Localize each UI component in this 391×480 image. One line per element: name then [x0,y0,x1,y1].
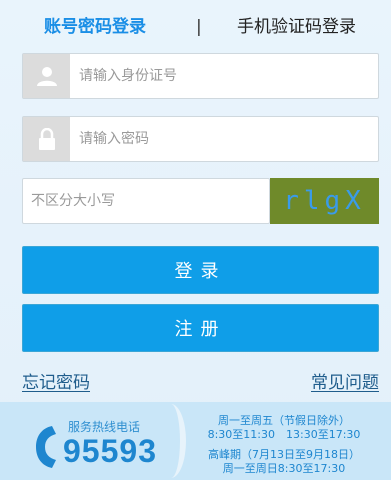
login-button[interactable]: 登录 [22,246,379,294]
captcha-text: rlgX [283,186,366,216]
tab-account-password[interactable]: 账号密码登录 [44,14,146,40]
hours-line-3: 高峰期（7月13日至9月18日） [208,448,360,461]
hotline-divider [156,404,186,478]
hours-line-4: 周一至周日8:30至17:30 [222,462,346,475]
tab-phone-code[interactable]: 手机验证码登录 [237,14,356,40]
hours-line-1: 周一至周五（节假日除外） [218,414,350,427]
faq-link[interactable]: 常见问题 [311,368,379,393]
lock-icon [23,117,70,161]
user-icon [23,54,70,98]
id-number-input[interactable] [79,54,369,98]
login-tabs: 账号密码登录 | 手机验证码登录 [0,14,391,42]
tab-separator: | [196,17,202,37]
id-number-field [22,53,379,99]
password-field [22,116,379,162]
hours-line-2: 8:30至11:30 13:30至17:30 [207,428,361,441]
hotline-number: 95593 [63,433,157,469]
captcha-field [22,178,270,224]
phone-icon [34,424,58,474]
captcha-image[interactable]: rlgX [270,178,379,224]
forgot-password-link[interactable]: 忘记密码 [22,368,90,393]
service-hours: 周一至周五（节假日除外） 8:30至11:30 13:30至17:30 高峰期（… [190,414,378,476]
register-button[interactable]: 注册 [22,304,379,352]
hotline-panel: 服务热线电话 95593 周一至周五（节假日除外） 8:30至11:30 13:… [0,402,391,480]
captcha-input[interactable] [31,179,263,223]
password-input[interactable] [79,117,369,161]
